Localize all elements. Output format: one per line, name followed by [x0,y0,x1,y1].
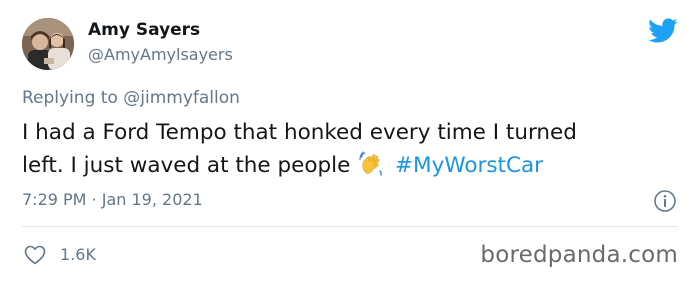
waving-hand-emoji-icon [359,151,385,177]
author-name[interactable]: Amy Sayers [88,20,200,40]
info-icon[interactable] [653,189,677,213]
heart-icon[interactable] [23,243,47,267]
tweet-text-line-1: I had a Ford Tempo that honked every tim… [22,120,577,145]
twitter-bird-icon [648,18,678,44]
watermark: boredpanda.com [480,242,678,268]
tweet-card: Amy Sayers @AmyAmylsayers Replying to @j… [0,0,700,281]
hashtag-link[interactable]: #MyWorstCar [395,153,543,178]
like-count: 1.6K [60,245,96,264]
replying-to: Replying to @jimmyfallon [22,88,240,108]
tweet-text: I had a Ford Tempo that honked every tim… [22,116,682,182]
replying-prefix: Replying to [22,88,124,108]
avatar[interactable] [22,18,74,70]
divider [22,226,678,227]
tweet-timestamp[interactable]: 7:29 PM · Jan 19, 2021 [22,190,203,209]
reply-mention-link[interactable]: @jimmyfallon [123,88,240,108]
author-handle[interactable]: @AmyAmylsayers [88,45,233,64]
tweet-text-line-2: left. I just waved at the people [22,153,351,178]
